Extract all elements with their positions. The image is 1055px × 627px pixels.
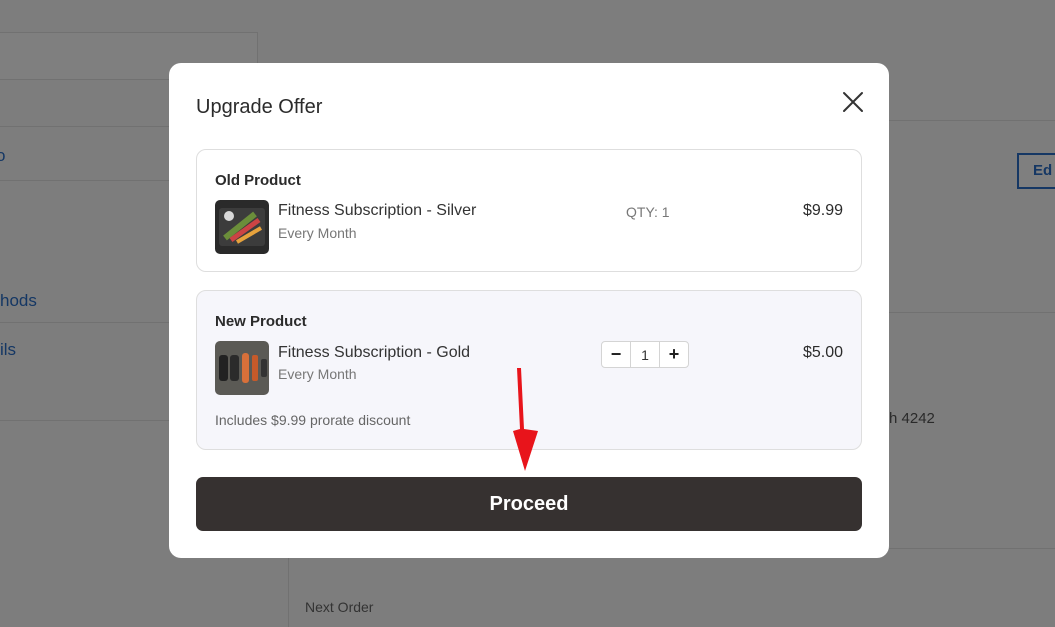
old-product-label: Old Product — [215, 172, 301, 189]
old-product-card: Old Product Fitness Subscription - Silve… — [196, 149, 862, 272]
proceed-button[interactable]: Proceed — [196, 477, 862, 531]
old-product-frequency: Every Month — [278, 225, 357, 241]
annotation-arrow-icon — [513, 368, 538, 471]
new-product-price: $5.00 — [802, 344, 843, 361]
new-product-label: New Product — [215, 313, 307, 330]
old-product-thumbnail — [215, 200, 269, 254]
old-product-price: $9.99 — [802, 202, 843, 219]
new-product-frequency: Every Month — [278, 366, 357, 382]
quantity-stepper: − 1 + — [601, 341, 689, 368]
decrease-quantity-button[interactable]: − — [602, 342, 630, 367]
upgrade-offer-modal: Upgrade Offer Old Product Fitness Subscr… — [169, 63, 889, 558]
old-product-name: Fitness Subscription - Silver — [278, 202, 477, 219]
old-product-quantity: QTY: 1 — [626, 204, 670, 220]
quantity-input[interactable]: 1 — [630, 342, 660, 367]
increase-quantity-button[interactable]: + — [660, 342, 688, 367]
modal-title: Upgrade Offer — [196, 96, 323, 118]
new-product-name: Fitness Subscription - Gold — [278, 344, 471, 361]
close-icon[interactable] — [841, 90, 865, 114]
new-product-thumbnail — [215, 341, 269, 395]
prorate-discount-note: Includes $9.99 prorate discount — [215, 412, 411, 428]
